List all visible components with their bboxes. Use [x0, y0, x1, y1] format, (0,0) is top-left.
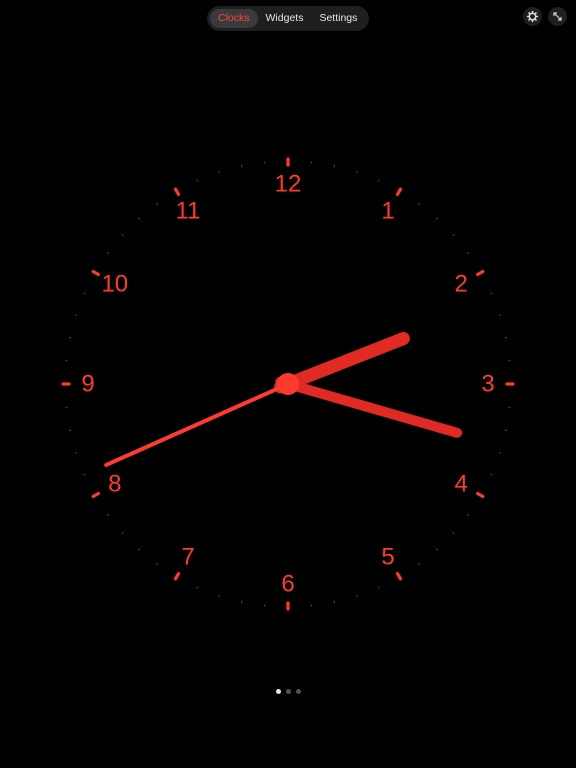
clock-numeral-7: 7 — [181, 544, 194, 571]
hour-tick — [173, 187, 181, 196]
clock-numeral-10: 10 — [101, 271, 128, 298]
clock-numeral-8: 8 — [108, 471, 121, 498]
clock-numeral-6: 6 — [281, 571, 294, 598]
minute-tick — [467, 513, 470, 516]
minute-tick — [156, 202, 159, 205]
hour-tick — [173, 572, 181, 581]
minute-tick — [106, 252, 109, 255]
minute-tick — [121, 531, 124, 535]
clock-numeral-11: 11 — [176, 197, 201, 224]
clock-numeral-9: 9 — [81, 371, 94, 398]
minute-tick — [137, 217, 141, 220]
minute-tick — [83, 473, 86, 476]
minute-tick — [452, 531, 455, 535]
minute-tick — [435, 548, 439, 551]
clock-numeral-2: 2 — [455, 271, 468, 298]
minute-tick — [106, 513, 109, 516]
minute-tick — [377, 179, 380, 182]
center-cap — [277, 373, 299, 395]
clock-numeral-5: 5 — [381, 544, 394, 571]
minute-tick — [196, 586, 199, 589]
clock-numeral-12: 12 — [275, 171, 302, 198]
minute-tick — [137, 548, 141, 551]
page-dot[interactable] — [275, 689, 281, 694]
minute-tick — [83, 292, 86, 295]
minute-tick — [156, 563, 159, 566]
analog-clock: 121234567891011 — [61, 157, 515, 611]
minute-tick — [452, 233, 455, 237]
hour-hand — [274, 332, 410, 394]
hour-tick — [395, 187, 403, 196]
page-indicator — [0, 689, 576, 695]
minute-tick — [417, 202, 420, 205]
minute-tick — [490, 473, 493, 476]
minute-hand — [275, 376, 463, 438]
minute-tick — [196, 179, 199, 182]
page-dot[interactable] — [285, 689, 291, 694]
clock-numeral-3: 3 — [481, 371, 494, 398]
minute-tick — [377, 586, 380, 589]
second-hand — [104, 380, 294, 467]
clock-hands — [104, 332, 463, 467]
minute-tick — [490, 292, 493, 295]
minute-tick — [417, 563, 420, 566]
hour-tick — [476, 269, 485, 277]
hour-tick — [91, 269, 100, 277]
hour-tick — [476, 491, 485, 499]
clock-numeral-1: 1 — [381, 197, 394, 224]
clock-numeral-4: 4 — [455, 471, 468, 498]
hour-tick — [91, 491, 100, 499]
minute-tick — [435, 217, 439, 220]
minute-tick — [467, 252, 470, 255]
page-dot[interactable] — [295, 689, 301, 694]
minute-tick — [121, 233, 124, 237]
hour-tick — [395, 572, 403, 581]
